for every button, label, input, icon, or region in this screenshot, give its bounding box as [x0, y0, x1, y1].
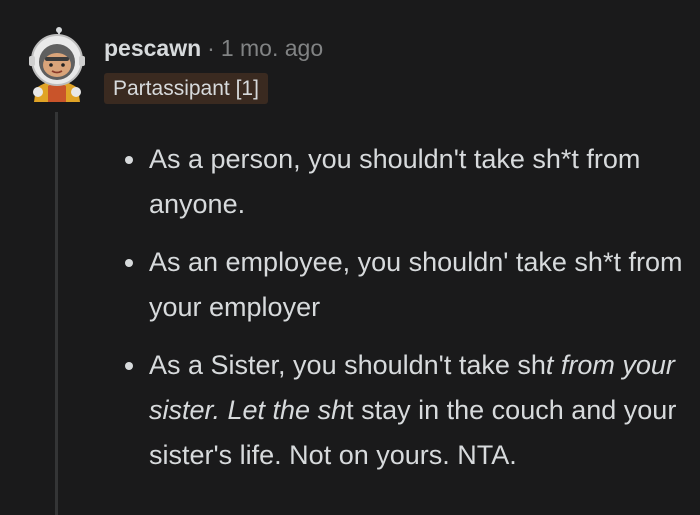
- list-item: As a person, you shouldn't take sh*t fro…: [125, 137, 694, 227]
- astronaut-avatar-icon: [29, 27, 85, 102]
- thread-line[interactable]: [55, 112, 58, 515]
- bullet-text: As a person, you shouldn't take sh*t fro…: [149, 144, 641, 219]
- bullet-text-part: As a Sister, you shouldn't take sh: [149, 350, 546, 380]
- bullet-list: As a person, you shouldn't take sh*t fro…: [125, 137, 694, 478]
- list-item: As an employee, you shouldn' take sh*t f…: [125, 240, 694, 330]
- bullet-text: As an employee, you shouldn' take sh*t f…: [149, 247, 683, 322]
- user-avatar[interactable]: [26, 26, 88, 102]
- timestamp[interactable]: 1 mo. ago: [221, 35, 323, 61]
- meta-separator: ·: [207, 35, 215, 61]
- comment-header: pescawn · 1 mo. ago: [104, 33, 323, 63]
- list-item: As a Sister, you shouldn't take sht from…: [125, 343, 694, 478]
- user-flair: Partassipant [1]: [104, 73, 268, 104]
- comment-body: As a person, you shouldn't take sh*t fro…: [125, 137, 694, 491]
- username-link[interactable]: pescawn: [104, 35, 201, 61]
